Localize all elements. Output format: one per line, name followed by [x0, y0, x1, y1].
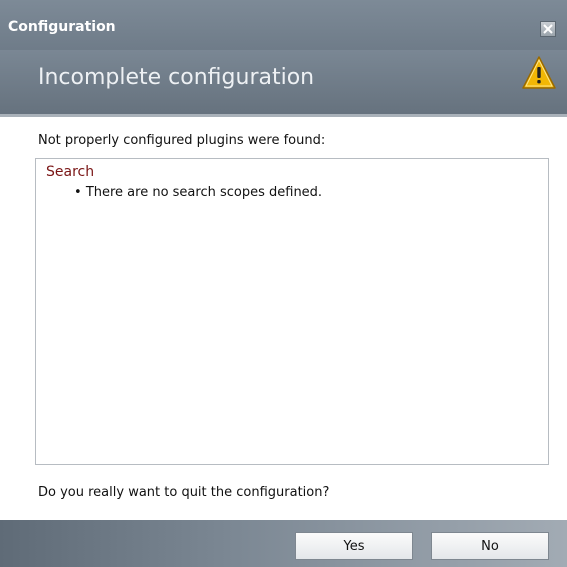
close-icon [543, 24, 553, 34]
warning-triangle-icon [522, 56, 556, 89]
bullet: • [74, 185, 86, 200]
intro-text: Not properly configured plugins were fou… [38, 133, 326, 148]
plugin-issue-list[interactable]: Search • There are no search scopes defi… [35, 158, 549, 465]
header-banner: Incomplete configuration [0, 50, 567, 114]
no-button[interactable]: No [431, 532, 549, 560]
button-bar: Yes No [0, 520, 567, 567]
plugin-issue-item: • There are no search scopes defined. [74, 185, 322, 200]
configuration-dialog: Configuration Incomplete configuration N… [0, 0, 567, 567]
plugin-issue-text: There are no search scopes defined. [85, 185, 323, 200]
yes-button[interactable]: Yes [295, 532, 413, 560]
plugin-name-search: Search [46, 164, 95, 180]
quit-question: Do you really want to quit the configura… [38, 485, 330, 500]
banner-separator [0, 114, 567, 117]
close-button[interactable] [540, 21, 556, 37]
window-title: Configuration [8, 19, 116, 35]
banner-title: Incomplete configuration [38, 65, 315, 90]
